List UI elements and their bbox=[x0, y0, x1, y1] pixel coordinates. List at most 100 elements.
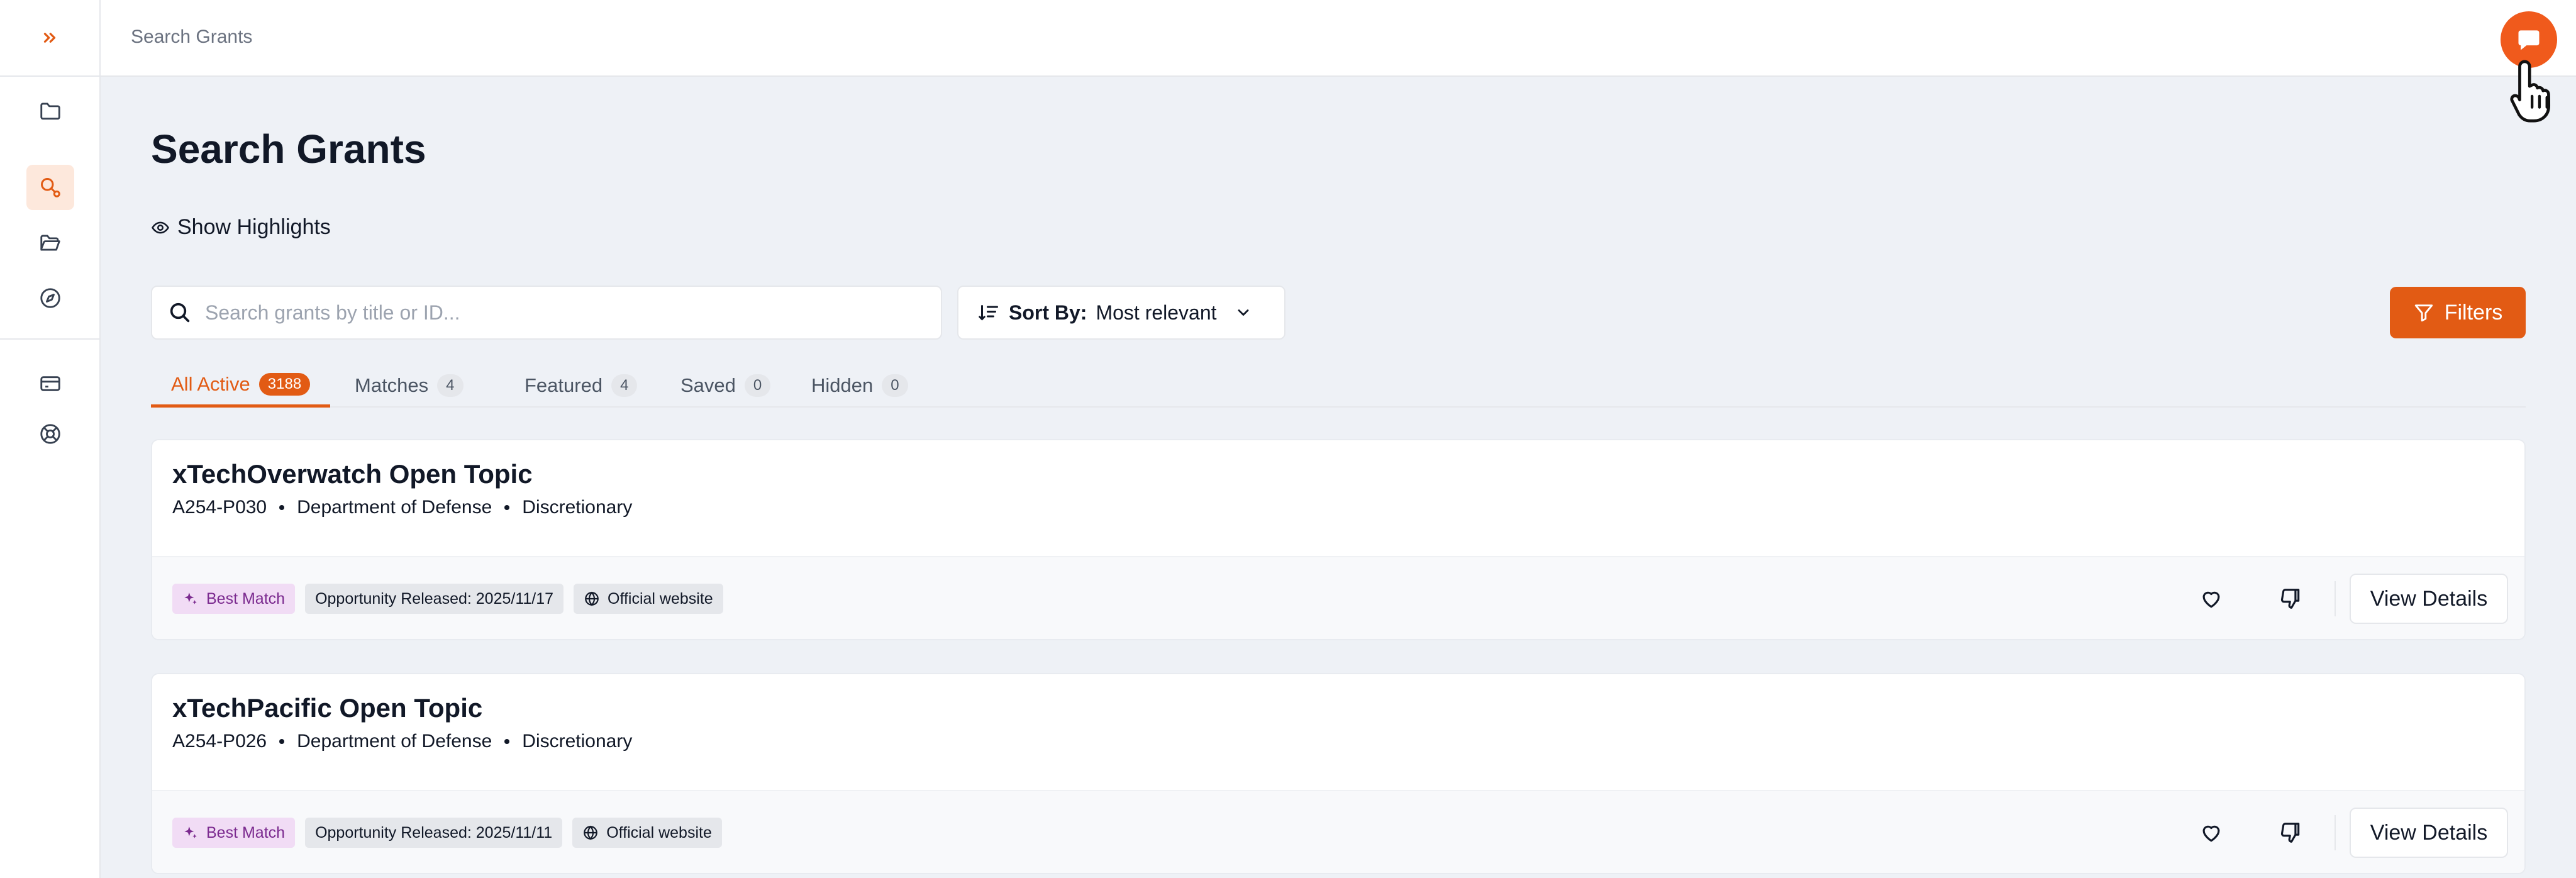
hide-grant-button[interactable] bbox=[2264, 574, 2317, 624]
view-details-button[interactable]: View Details bbox=[2350, 808, 2508, 858]
tab-count-badge: 4 bbox=[437, 374, 464, 397]
best-match-label: Best Match bbox=[206, 823, 286, 842]
support-lifebuoy-icon bbox=[40, 424, 60, 444]
grant-actions: View Details bbox=[2158, 808, 2508, 858]
tab-hidden[interactable]: Hidden 0 bbox=[791, 364, 928, 408]
sidebar-header bbox=[0, 0, 99, 77]
grant-meta: A254-P030 Department of Defense Discreti… bbox=[172, 497, 632, 518]
view-details-button[interactable]: View Details bbox=[2350, 574, 2508, 624]
separator-dot bbox=[504, 505, 510, 510]
best-match-tag: Best Match bbox=[172, 818, 296, 848]
sidebar-item-search-grants[interactable] bbox=[26, 165, 74, 210]
sidebar-item-support[interactable] bbox=[26, 411, 74, 457]
chat-icon bbox=[2518, 30, 2540, 50]
grant-meta: A254-P026 Department of Defense Discreti… bbox=[172, 731, 632, 752]
grant-actions: View Details bbox=[2158, 574, 2508, 624]
filters-label: Filters bbox=[2444, 300, 2503, 325]
tab-label: All Active bbox=[171, 372, 250, 395]
actions-divider bbox=[2334, 581, 2336, 616]
folder-icon bbox=[40, 103, 60, 120]
grant-tags: Best Match Opportunity Released: 2025/11… bbox=[172, 818, 722, 848]
sidebar-item-explore[interactable] bbox=[26, 275, 74, 321]
official-website-link[interactable]: Official website bbox=[572, 818, 722, 848]
show-highlights-toggle[interactable]: Show Highlights bbox=[151, 215, 331, 240]
tab-count-badge: 4 bbox=[611, 374, 638, 397]
folder-open-icon bbox=[40, 235, 60, 251]
tab-label: Saved bbox=[680, 374, 736, 396]
tab-label: Featured bbox=[525, 374, 603, 396]
save-grant-button[interactable] bbox=[2185, 808, 2238, 858]
sort-label: Sort By: bbox=[1009, 301, 1087, 324]
grant-type: Discretionary bbox=[522, 731, 633, 752]
sidebar-item-billing[interactable] bbox=[26, 361, 74, 406]
sparkle-icon bbox=[184, 592, 197, 604]
grant-tags: Best Match Opportunity Released: 2025/11… bbox=[172, 584, 723, 614]
sort-lines-icon bbox=[979, 305, 998, 321]
sidebar-item-projects[interactable] bbox=[26, 88, 74, 133]
sparkle-icon bbox=[184, 826, 197, 838]
compass-icon bbox=[40, 288, 60, 308]
search-grants-icon bbox=[41, 178, 60, 197]
grant-card[interactable]: xTechPacific Open Topic A254-P026 Depart… bbox=[151, 673, 2526, 874]
tab-matches[interactable]: Matches 4 bbox=[335, 364, 484, 408]
tab-featured[interactable]: Featured 4 bbox=[504, 364, 657, 408]
sort-value: Most relevant bbox=[1096, 301, 1217, 324]
thumbs-down-icon bbox=[2280, 589, 2300, 609]
hide-grant-button[interactable] bbox=[2264, 808, 2317, 858]
separator-dot bbox=[279, 505, 285, 510]
grant-card-footer: Best Match Opportunity Released: 2025/11… bbox=[152, 556, 2524, 639]
grant-title[interactable]: xTechOverwatch Open Topic bbox=[172, 459, 533, 489]
hand-pointer-cursor-icon bbox=[2510, 60, 2551, 123]
save-grant-button[interactable] bbox=[2185, 574, 2238, 624]
credit-card-icon bbox=[40, 376, 60, 391]
tab-label: Matches bbox=[355, 374, 429, 396]
separator-dot bbox=[279, 739, 285, 744]
heart-icon bbox=[2202, 825, 2220, 842]
eye-icon bbox=[152, 221, 169, 233]
grant-type: Discretionary bbox=[522, 497, 633, 518]
grant-id: A254-P030 bbox=[172, 497, 267, 518]
grant-id: A254-P026 bbox=[172, 731, 267, 752]
released-date-tag: Opportunity Released: 2025/11/11 bbox=[305, 818, 563, 848]
grant-card-footer: Best Match Opportunity Released: 2025/11… bbox=[152, 790, 2524, 873]
best-match-label: Best Match bbox=[206, 589, 286, 608]
best-match-tag: Best Match bbox=[172, 584, 296, 614]
search-box bbox=[151, 286, 942, 340]
breadcrumb[interactable]: Search Grants bbox=[131, 26, 252, 48]
tab-label: Hidden bbox=[811, 374, 874, 396]
tab-count-badge: 0 bbox=[882, 374, 908, 397]
page-title: Search Grants bbox=[151, 126, 426, 172]
tab-saved[interactable]: Saved 0 bbox=[660, 364, 791, 408]
released-date-tag: Opportunity Released: 2025/11/17 bbox=[305, 584, 564, 614]
separator-dot bbox=[504, 739, 510, 744]
official-website-label: Official website bbox=[608, 589, 713, 608]
tab-bar: All Active 3188 Matches 4 Featured 4 Sav… bbox=[151, 364, 2526, 408]
tab-count-badge: 0 bbox=[744, 374, 771, 397]
globe-icon bbox=[585, 591, 599, 606]
grant-title[interactable]: xTechPacific Open Topic bbox=[172, 693, 482, 723]
search-input[interactable] bbox=[205, 301, 897, 325]
chevron-down-icon bbox=[1238, 309, 1248, 316]
actions-divider bbox=[2334, 815, 2336, 850]
sidebar bbox=[0, 0, 101, 878]
tab-all-active[interactable]: All Active 3188 bbox=[151, 364, 331, 408]
thumbs-down-icon bbox=[2280, 823, 2300, 843]
sidebar-divider bbox=[0, 338, 101, 340]
globe-icon bbox=[584, 825, 598, 840]
filters-button[interactable]: Filters bbox=[2390, 287, 2526, 338]
show-highlights-label: Show Highlights bbox=[177, 215, 331, 239]
tab-count-badge: 3188 bbox=[258, 372, 311, 396]
sort-dropdown[interactable]: Sort By: Most relevant bbox=[957, 286, 1285, 340]
sidebar-item-library[interactable] bbox=[26, 220, 74, 265]
search-icon bbox=[170, 303, 190, 323]
heart-icon bbox=[2202, 591, 2220, 608]
expand-sidebar-button[interactable] bbox=[31, 19, 69, 57]
official-website-link[interactable]: Official website bbox=[574, 584, 723, 614]
funnel-icon bbox=[2414, 304, 2433, 322]
grant-agency: Department of Defense bbox=[297, 497, 492, 518]
top-bar: Search Grants bbox=[101, 0, 2576, 77]
grant-agency: Department of Defense bbox=[297, 731, 492, 752]
grant-card[interactable]: xTechOverwatch Open Topic A254-P030 Depa… bbox=[151, 439, 2526, 640]
official-website-label: Official website bbox=[606, 823, 712, 842]
expand-chevrons-icon bbox=[43, 33, 56, 43]
